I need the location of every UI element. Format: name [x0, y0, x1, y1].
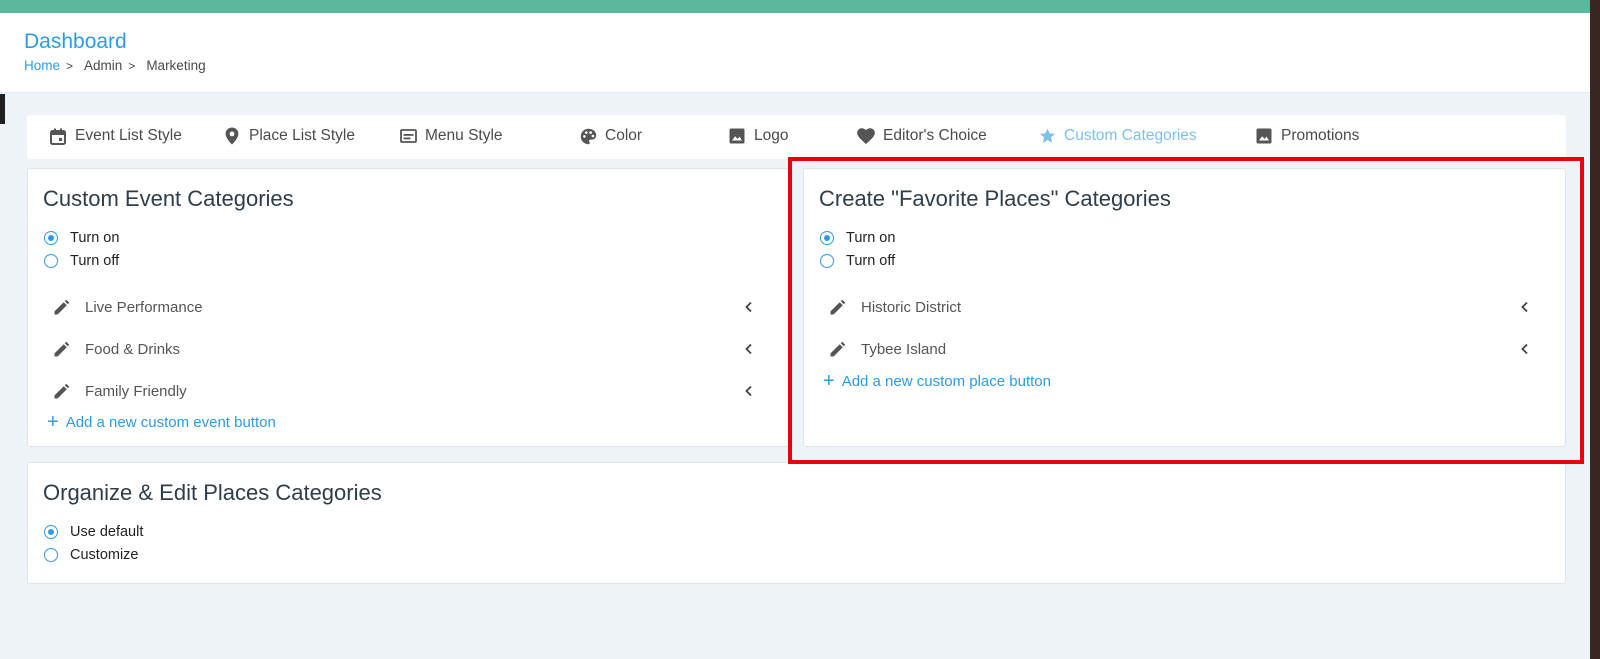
star-icon	[1038, 127, 1056, 145]
heart-icon	[857, 127, 875, 145]
tab-logo[interactable]: Logo	[728, 127, 788, 145]
tab-label: Event List Style	[75, 127, 182, 144]
settings-tab-bar: Event List Style Place List Style Menu S…	[27, 115, 1566, 159]
places-turn-on-radio[interactable]: Turn on	[820, 230, 895, 246]
tab-label: Menu Style	[425, 127, 503, 144]
page-title: Dashboard	[24, 30, 127, 53]
chevron-left-icon[interactable]	[742, 300, 756, 314]
tab-place-list-style[interactable]: Place List Style	[223, 127, 355, 145]
card-title: Create "Favorite Places" Categories	[819, 186, 1171, 211]
palette-icon	[579, 127, 597, 145]
tab-label: Custom Categories	[1064, 127, 1197, 144]
category-name: Food & Drinks	[85, 340, 181, 358]
tab-event-list-style[interactable]: Event List Style	[49, 127, 182, 145]
places-turn-off-radio[interactable]: Turn off	[820, 253, 895, 269]
place-category-row[interactable]: Tybee Island	[820, 331, 1534, 367]
card-title: Organize & Edit Places Categories	[43, 480, 382, 505]
radio-label: Use default	[70, 524, 144, 540]
category-name: Family Friendly	[85, 382, 187, 400]
page-header: Dashboard Home > Admin > Marketing	[0, 13, 1590, 93]
chevron-left-icon[interactable]	[1518, 342, 1532, 356]
card-title: Custom Event Categories	[43, 186, 294, 211]
customize-radio[interactable]: Customize	[44, 547, 139, 563]
radio-selected[interactable]	[44, 525, 58, 539]
pencil-icon[interactable]	[52, 339, 72, 359]
top-accent-bar	[0, 0, 1590, 13]
pencil-icon[interactable]	[828, 297, 848, 317]
tab-promotions[interactable]: Promotions	[1255, 127, 1359, 145]
tab-label: Promotions	[1281, 127, 1360, 144]
favorite-places-categories-card: Create "Favorite Places" Categories Turn…	[803, 168, 1566, 447]
category-name: Live Performance	[85, 298, 203, 316]
tab-custom-categories[interactable]: Custom Categories	[1038, 127, 1197, 145]
breadcrumb: Home > Admin > Marketing	[24, 58, 206, 73]
event-turn-on-radio[interactable]: Turn on	[44, 230, 119, 246]
radio-unselected[interactable]	[44, 548, 58, 562]
calendar-icon	[49, 127, 67, 145]
radio-label: Turn on	[846, 230, 896, 246]
plus-icon: +	[47, 411, 59, 433]
menu-card-icon	[399, 127, 417, 145]
plus-icon: +	[823, 370, 835, 392]
radio-label: Turn off	[70, 253, 120, 269]
breadcrumb-marketing: Marketing	[146, 58, 206, 73]
add-link-label: Add a new custom event button	[65, 413, 276, 431]
tab-color[interactable]: Color	[579, 127, 642, 145]
map-pin-icon	[223, 127, 241, 145]
breadcrumb-separator: >	[66, 58, 74, 73]
radio-label: Turn off	[846, 253, 896, 269]
tab-label: Color	[605, 127, 643, 144]
event-category-row[interactable]: Food & Drinks	[44, 331, 758, 367]
pencil-icon[interactable]	[52, 381, 72, 401]
breadcrumb-home-link[interactable]: Home	[24, 58, 60, 73]
chevron-left-icon[interactable]	[1518, 300, 1532, 314]
radio-unselected[interactable]	[44, 254, 58, 268]
radio-selected[interactable]	[820, 231, 834, 245]
category-name: Historic District	[861, 298, 961, 316]
use-default-radio[interactable]: Use default	[44, 524, 143, 540]
category-name: Tybee Island	[861, 340, 947, 358]
place-category-row[interactable]: Historic District	[820, 289, 1534, 325]
radio-selected[interactable]	[44, 231, 58, 245]
chevron-left-icon[interactable]	[742, 342, 756, 356]
image-icon	[1255, 127, 1273, 145]
window-edge	[1590, 0, 1600, 659]
breadcrumb-admin: Admin	[84, 58, 123, 73]
event-category-row[interactable]: Family Friendly	[44, 373, 758, 409]
radio-label: Turn on	[70, 230, 120, 246]
left-edge-mark	[0, 94, 5, 124]
event-turn-off-radio[interactable]: Turn off	[44, 253, 119, 269]
organize-places-categories-card: Organize & Edit Places Categories Use de…	[27, 462, 1566, 584]
pencil-icon[interactable]	[828, 339, 848, 359]
tab-label: Logo	[754, 127, 789, 144]
custom-event-categories-card: Custom Event Categories Turn on Turn off…	[27, 168, 789, 447]
tab-menu-style[interactable]: Menu Style	[399, 127, 503, 145]
image-icon	[728, 127, 746, 145]
add-custom-place-button[interactable]: + Add a new custom place button	[823, 371, 1051, 391]
add-link-label: Add a new custom place button	[841, 372, 1051, 390]
tab-label: Editor's Choice	[883, 127, 987, 144]
event-category-row[interactable]: Live Performance	[44, 289, 758, 325]
add-custom-event-button[interactable]: + Add a new custom event button	[47, 412, 276, 432]
pencil-icon[interactable]	[52, 297, 72, 317]
radio-label: Customize	[70, 547, 139, 563]
chevron-left-icon[interactable]	[742, 384, 756, 398]
tab-editors-choice[interactable]: Editor's Choice	[857, 127, 987, 145]
radio-unselected[interactable]	[820, 254, 834, 268]
tab-label: Place List Style	[249, 127, 355, 144]
breadcrumb-separator: >	[128, 58, 136, 73]
